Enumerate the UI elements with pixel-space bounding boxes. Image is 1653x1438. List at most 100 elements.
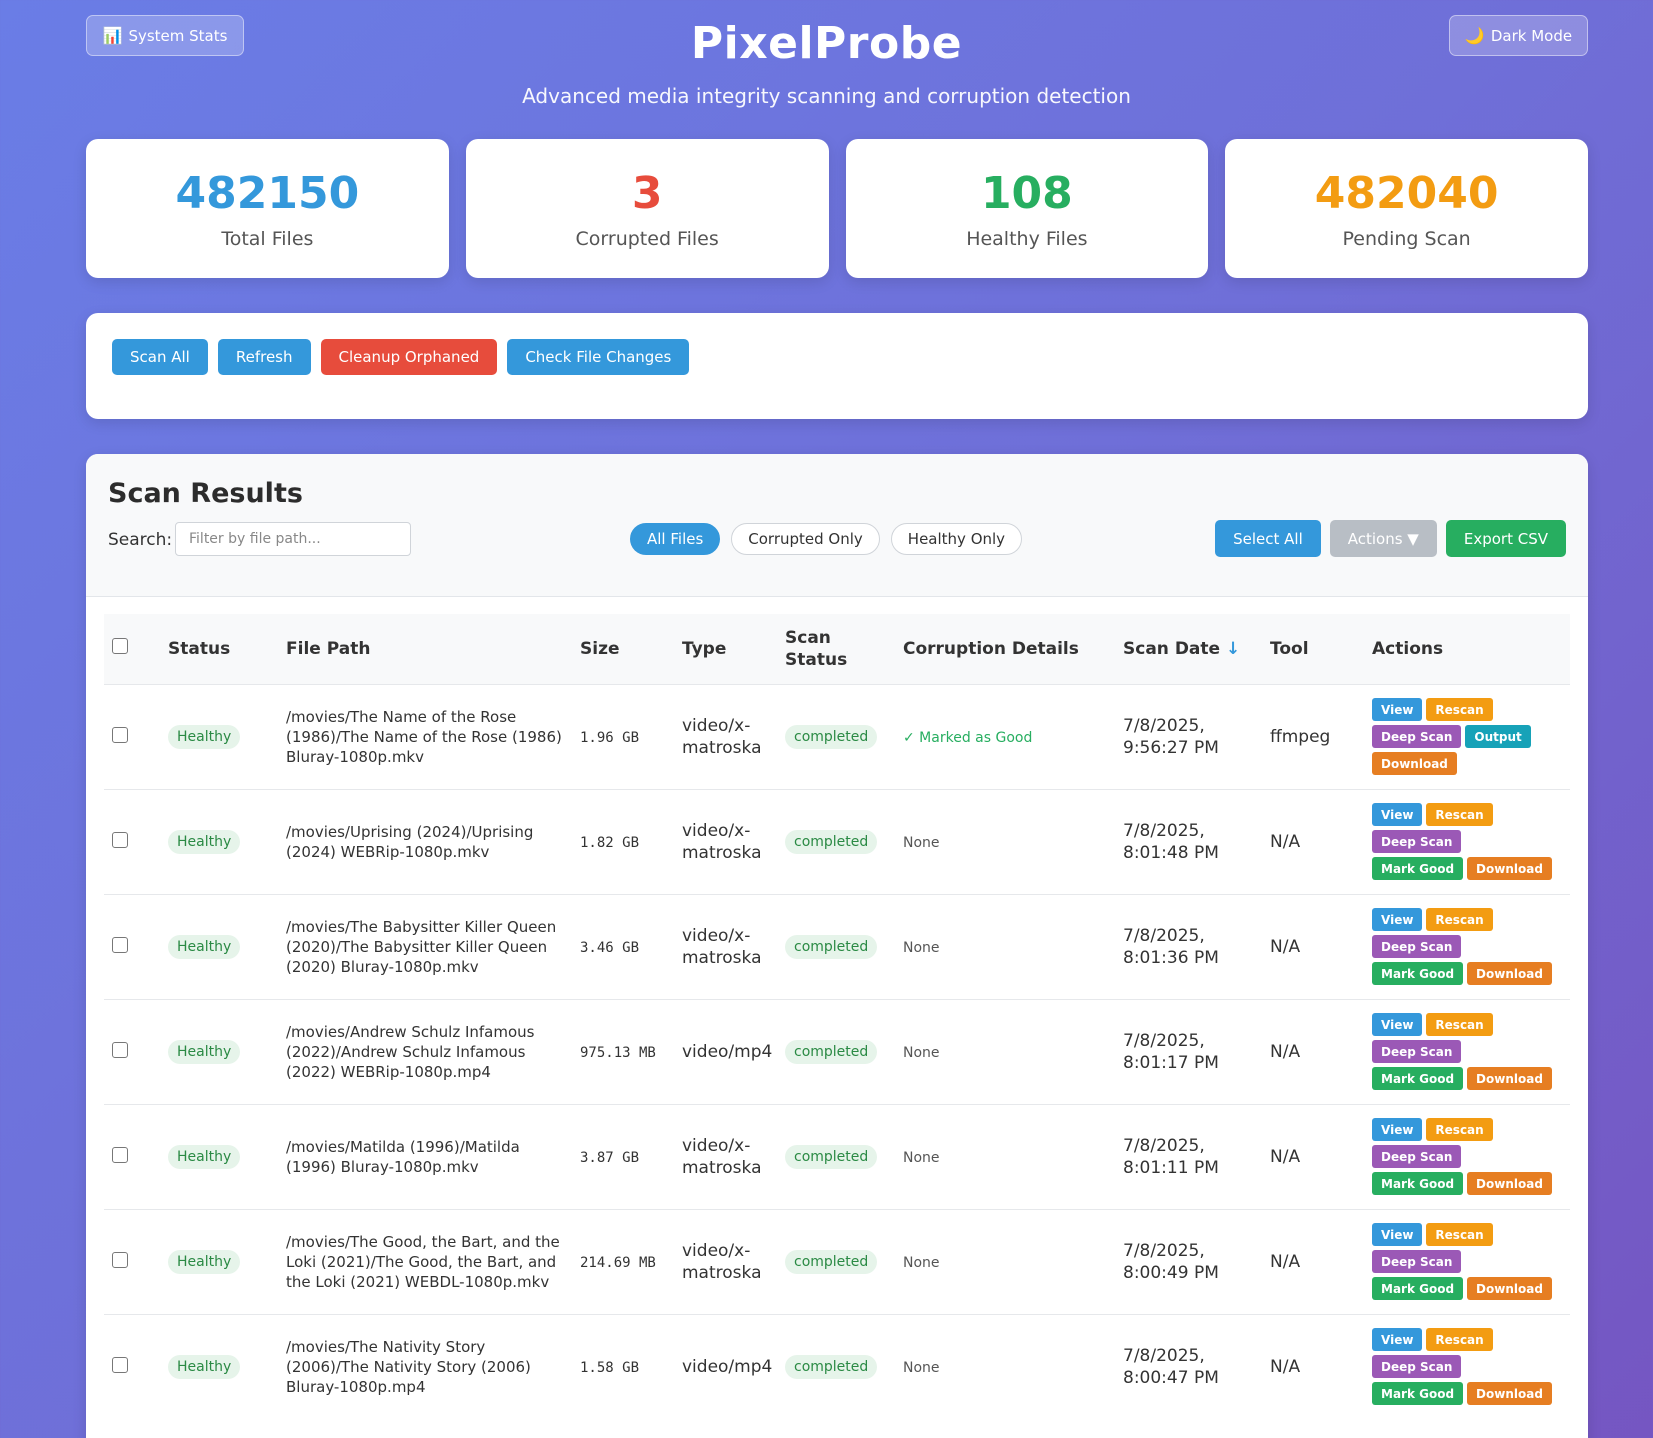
- deep-scan-button[interactable]: Deep Scan: [1372, 725, 1462, 748]
- table-row[interactable]: Healthy/movies/Uprising (2024)/Uprising …: [104, 788, 1570, 894]
- table-row[interactable]: Healthy/movies/The Name of the Rose (198…: [104, 683, 1570, 789]
- download-button[interactable]: Download: [1467, 857, 1552, 880]
- select-all-button[interactable]: Select All: [1215, 520, 1321, 557]
- corruption-details: None: [903, 1044, 940, 1061]
- download-button[interactable]: Download: [1372, 752, 1457, 775]
- rescan-button[interactable]: Rescan: [1426, 698, 1493, 721]
- search-label: Search:: [108, 530, 173, 550]
- corruption-details: None: [903, 1254, 940, 1271]
- corruption-details: None: [903, 834, 940, 851]
- scan-tool: N/A: [1270, 1041, 1301, 1062]
- table-row[interactable]: Healthy/movies/Matilda (1996)/Matilda (1…: [104, 1103, 1570, 1209]
- search-input[interactable]: Filter by file path...: [175, 522, 411, 556]
- stat-value: 3: [631, 167, 663, 219]
- cleanup-orphaned-button[interactable]: Cleanup Orphaned: [320, 339, 498, 375]
- view-button[interactable]: View: [1372, 1328, 1423, 1352]
- row-checkbox[interactable]: [112, 1251, 128, 1268]
- deep-scan-button[interactable]: Deep Scan: [1372, 935, 1462, 958]
- file-type: video/mp4: [682, 1356, 773, 1377]
- scan-date-day: 7/8/2025,: [1123, 1240, 1205, 1261]
- mark-good-button[interactable]: Mark Good: [1372, 1067, 1464, 1090]
- scan-date: 7/8/2025, 8:01:11 PM: [1123, 1135, 1254, 1179]
- check-file-changes-button[interactable]: Check File Changes: [507, 339, 690, 375]
- results-table: Status File Path Size Type Scan Status Co…: [104, 614, 1570, 1419]
- col-scan-status[interactable]: Scan Status: [777, 614, 895, 684]
- deep-scan-button[interactable]: Deep Scan: [1372, 1040, 1462, 1063]
- rescan-button[interactable]: Rescan: [1426, 1328, 1493, 1352]
- view-button[interactable]: View: [1372, 908, 1423, 931]
- view-button[interactable]: View: [1372, 803, 1423, 826]
- col-scan-date-label: Scan Date: [1123, 638, 1221, 659]
- rescan-button[interactable]: Rescan: [1426, 908, 1493, 931]
- col-tool[interactable]: Tool: [1262, 614, 1364, 684]
- output-button[interactable]: Output: [1465, 725, 1531, 748]
- download-button[interactable]: Download: [1467, 1277, 1552, 1300]
- file-path: /movies/The Name of the Rose (1986)/The …: [286, 707, 562, 766]
- row-checkbox[interactable]: [112, 1146, 128, 1163]
- col-size[interactable]: Size: [572, 614, 674, 684]
- col-type[interactable]: Type: [674, 614, 777, 684]
- file-size: 214.69 MB: [580, 1254, 656, 1271]
- table-row[interactable]: Healthy/movies/The Babysitter Killer Que…: [104, 893, 1570, 999]
- refresh-button[interactable]: Refresh: [217, 339, 311, 375]
- rescan-button[interactable]: Rescan: [1426, 1223, 1493, 1246]
- mark-good-button[interactable]: Mark Good: [1372, 857, 1464, 880]
- scan-date: 7/8/2025, 9:56:27 PM: [1123, 715, 1254, 759]
- row-checkbox[interactable]: [112, 1356, 128, 1373]
- scan-date-time: 8:01:11 PM: [1123, 1157, 1219, 1178]
- scan-date-time: 8:01:36 PM: [1123, 947, 1219, 968]
- scan-status-badge: completed: [785, 934, 878, 959]
- row-checkbox[interactable]: [112, 936, 128, 953]
- scan-date-day: 7/8/2025,: [1123, 1135, 1205, 1156]
- rescan-button[interactable]: Rescan: [1426, 1013, 1493, 1036]
- row-checkbox[interactable]: [112, 726, 128, 743]
- table-row[interactable]: Healthy/movies/The Good, the Bart, and t…: [104, 1208, 1570, 1314]
- download-button[interactable]: Download: [1467, 1067, 1552, 1090]
- select-all-checkbox[interactable]: [112, 637, 128, 654]
- corruption-details: None: [903, 1149, 940, 1166]
- scan-date-time: 8:00:47 PM: [1123, 1367, 1219, 1388]
- scan-date-day: 7/8/2025,: [1123, 715, 1205, 736]
- file-path: /movies/The Babysitter Killer Queen (202…: [286, 917, 557, 976]
- mark-good-button[interactable]: Mark Good: [1372, 1172, 1464, 1195]
- rescan-button[interactable]: Rescan: [1426, 803, 1493, 826]
- mark-good-button[interactable]: Mark Good: [1372, 1382, 1464, 1406]
- file-type: video/x-matroska: [682, 1240, 762, 1283]
- scan-status-badge: completed: [785, 1249, 878, 1274]
- download-button[interactable]: Download: [1467, 1382, 1552, 1406]
- filter-corrupted-only[interactable]: Corrupted Only: [731, 523, 880, 555]
- col-corruption-details[interactable]: Corruption Details: [895, 614, 1115, 684]
- mark-good-button[interactable]: Mark Good: [1372, 1277, 1464, 1300]
- download-button[interactable]: Download: [1467, 1172, 1552, 1195]
- export-csv-button[interactable]: Export CSV: [1445, 520, 1566, 557]
- table-row[interactable]: Healthy/movies/The Nativity Story (2006)…: [104, 1313, 1570, 1419]
- filter-all-files[interactable]: All Files: [630, 523, 721, 555]
- deep-scan-button[interactable]: Deep Scan: [1372, 1250, 1462, 1273]
- scan-date: 7/8/2025, 8:01:36 PM: [1123, 925, 1254, 969]
- view-button[interactable]: View: [1372, 1013, 1423, 1036]
- deep-scan-button[interactable]: Deep Scan: [1372, 1355, 1462, 1379]
- row-checkbox[interactable]: [112, 1041, 128, 1058]
- mark-good-button[interactable]: Mark Good: [1372, 962, 1464, 985]
- col-file-path[interactable]: File Path: [278, 614, 572, 684]
- scan-all-button[interactable]: Scan All: [112, 339, 208, 375]
- scan-date-time: 8:01:48 PM: [1123, 842, 1219, 863]
- deep-scan-button[interactable]: Deep Scan: [1372, 1145, 1462, 1168]
- view-button[interactable]: View: [1372, 1118, 1423, 1141]
- scan-date: 7/8/2025, 8:00:47 PM: [1123, 1345, 1254, 1389]
- col-status[interactable]: Status: [160, 614, 278, 684]
- rescan-button[interactable]: Rescan: [1426, 1118, 1493, 1141]
- deep-scan-button[interactable]: Deep Scan: [1372, 830, 1462, 853]
- filter-healthy-only[interactable]: Healthy Only: [890, 523, 1023, 555]
- download-button[interactable]: Download: [1467, 962, 1552, 985]
- row-checkbox[interactable]: [112, 831, 128, 848]
- corruption-details: None: [903, 1359, 940, 1376]
- stat-card: 482150 Total Files: [86, 139, 449, 278]
- file-type: video/mp4: [682, 1041, 773, 1062]
- view-button[interactable]: View: [1372, 698, 1423, 721]
- col-scan-date[interactable]: Scan Date ↓: [1115, 614, 1262, 684]
- view-button[interactable]: View: [1372, 1223, 1423, 1246]
- actions-dropdown[interactable]: Actions ▼: [1329, 520, 1437, 557]
- table-row[interactable]: Healthy/movies/Andrew Schulz Infamous (2…: [104, 998, 1570, 1104]
- stat-value: 482150: [175, 167, 360, 219]
